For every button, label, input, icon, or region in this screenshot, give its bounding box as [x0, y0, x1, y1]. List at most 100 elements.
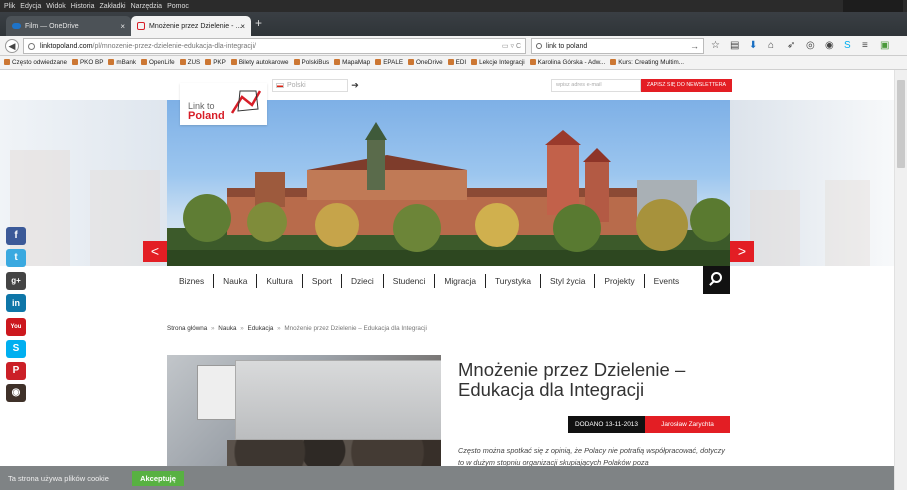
facebook-icon[interactable]: f: [6, 227, 26, 245]
tab-label: Film — OneDrive: [25, 22, 79, 30]
reload-icon[interactable]: ▭ ▿ C: [502, 42, 521, 50]
menu-history[interactable]: Historia: [71, 3, 95, 10]
article-title: Mnożenie przez Dzielenie – Edukacja dla …: [458, 359, 686, 400]
nav-item-studenci[interactable]: Studenci: [384, 274, 436, 288]
bookmark-item[interactable]: Karolina Górska - Adw...: [530, 59, 606, 66]
article-author[interactable]: Jarosław Zarychta: [645, 416, 730, 433]
close-tab-icon[interactable]: ×: [240, 22, 245, 31]
search-go-icon[interactable]: →: [690, 41, 699, 51]
cookie-bar: Ta strona używa plików cookie Akceptuję: [0, 466, 894, 490]
breadcrumb-nauka[interactable]: Nauka: [218, 325, 236, 332]
bookmark-item[interactable]: Kurs: Creating Multim...: [610, 59, 684, 66]
download-icon[interactable]: ⬇: [749, 40, 757, 52]
breadcrumb-separator: »: [277, 325, 281, 332]
bookmark-item[interactable]: EPALE: [375, 59, 403, 66]
bookmark-item[interactable]: EDI: [448, 59, 467, 66]
nav-item-biznes[interactable]: Biznes: [170, 274, 215, 288]
bookmark-item[interactable]: PKP: [205, 59, 226, 66]
bookmark-item[interactable]: mBank: [108, 59, 136, 66]
linkedin-icon[interactable]: in: [6, 294, 26, 312]
breadcrumb-home[interactable]: Strona główna: [167, 325, 207, 332]
bookmark-item[interactable]: ZUS: [180, 59, 201, 66]
nav-item-styl-zycia[interactable]: Styl życia: [541, 274, 596, 288]
back-button[interactable]: ◀: [5, 39, 19, 53]
bookmark-item[interactable]: Często odwiedzane: [4, 59, 67, 66]
breadcrumb-current: Mnożenie przez Dzielenie – Edukacja dla …: [284, 325, 427, 332]
extension-icon[interactable]: ▣: [880, 40, 889, 52]
youtube-icon[interactable]: You: [6, 318, 26, 336]
nav-item-nauka[interactable]: Nauka: [214, 274, 258, 288]
page-scrollbar[interactable]: [894, 70, 907, 490]
nav-item-dzieci[interactable]: Dzieci: [342, 274, 384, 288]
language-value: Polski: [287, 82, 306, 89]
breadcrumb-separator: »: [211, 325, 215, 332]
bookmark-item[interactable]: MapaMap: [334, 59, 370, 66]
twitter-icon[interactable]: t: [6, 249, 26, 267]
bookmark-item[interactable]: Bilety autokarowe: [231, 59, 289, 66]
bookmark-item[interactable]: OneDrive: [408, 59, 443, 66]
breadcrumb-separator: »: [240, 325, 244, 332]
menu-bookmarks[interactable]: Zakładki: [99, 3, 125, 10]
addon-icon[interactable]: ◎: [806, 40, 815, 52]
chat-icon[interactable]: ◉: [825, 40, 834, 52]
article-photo[interactable]: [167, 355, 441, 470]
web-page: Polski ➔ wpisz adres e-mail ZAPISZ SIĘ D…: [0, 70, 894, 490]
language-select[interactable]: Polski: [272, 79, 348, 92]
newsletter-subscribe-button[interactable]: ZAPISZ SIĘ DO NEWSLETTERA: [641, 79, 732, 92]
bookmark-item[interactable]: OpenLife: [141, 59, 175, 66]
navigation-bar: ◀ linktopoland.com/pl/mnozenie-przez-dzi…: [0, 36, 907, 56]
photo-detail: [197, 365, 237, 420]
close-tab-icon[interactable]: ×: [120, 22, 125, 31]
menu-help[interactable]: Pomoc: [167, 3, 189, 10]
pinterest-icon[interactable]: P: [6, 362, 26, 380]
skype-icon[interactable]: S: [844, 40, 851, 52]
ghost-building: [750, 190, 800, 266]
main-navigation: Biznes Nauka Kultura Sport Dzieci Studen…: [167, 266, 730, 296]
slider-prev-button[interactable]: <: [143, 241, 167, 262]
breadcrumb-edukacja[interactable]: Edukacja: [248, 325, 274, 332]
tab-onedrive[interactable]: Film — OneDrive ×: [6, 16, 131, 36]
cookie-accept-button[interactable]: Akceptuję: [132, 471, 184, 486]
breadcrumb: Strona główna » Nauka » Edukacja » Mnoże…: [167, 325, 429, 332]
site-logo[interactable]: Link to Poland: [180, 83, 267, 125]
language-go-button[interactable]: ➔: [348, 79, 362, 92]
url-bar[interactable]: linktopoland.com/pl/mnozenie-przez-dziel…: [23, 38, 526, 54]
cookie-text: Ta strona używa plików cookie: [8, 473, 109, 483]
menu-icon[interactable]: ≡: [862, 40, 868, 52]
nav-item-kultura[interactable]: Kultura: [257, 274, 303, 288]
nav-item-migracja[interactable]: Migracja: [435, 274, 486, 288]
google-plus-icon[interactable]: g+: [6, 272, 26, 290]
menu-tools[interactable]: Narzędzia: [131, 3, 163, 10]
bookmark-item[interactable]: PolskiBus: [294, 59, 330, 66]
skype-icon[interactable]: S: [6, 340, 26, 358]
hero-side-right: [730, 100, 894, 266]
search-field[interactable]: link to poland →: [531, 38, 704, 54]
newsletter-email-input[interactable]: wpisz adres e-mail: [551, 79, 641, 92]
logo-mark-icon: [230, 90, 262, 114]
reading-list-icon[interactable]: ▤: [730, 40, 739, 52]
nav-item-sport[interactable]: Sport: [303, 274, 342, 288]
menu-view[interactable]: Widok: [46, 3, 65, 10]
nav-item-projekty[interactable]: Projekty: [595, 274, 645, 288]
search-value: link to poland: [546, 42, 588, 50]
ghost-building: [825, 180, 870, 266]
new-tab-button[interactable]: +: [255, 16, 262, 30]
menu-file[interactable]: Plik: [4, 3, 15, 10]
instagram-icon[interactable]: ◉: [6, 384, 26, 402]
globe-icon: [28, 43, 35, 50]
tab-article[interactable]: Mnożenie przez Dzielenie - ... ×: [131, 16, 251, 36]
home-icon[interactable]: ⌂: [768, 40, 774, 52]
bookmark-item[interactable]: PKO BP: [72, 59, 103, 66]
bookmark-item[interactable]: Lekcje Integracji: [471, 59, 525, 66]
nav-item-events[interactable]: Events: [645, 274, 689, 288]
photo-projection: [235, 360, 441, 440]
nav-item-turystyka[interactable]: Turystyka: [486, 274, 541, 288]
scrollbar-thumb[interactable]: [897, 80, 905, 168]
window-controls[interactable]: [843, 0, 903, 12]
star-icon[interactable]: ☆: [711, 40, 720, 52]
slider-next-button[interactable]: >: [730, 241, 754, 262]
menu-edit[interactable]: Edycja: [20, 3, 41, 10]
app-menubar: Plik Edycja Widok Historia Zakładki Narz…: [0, 0, 907, 12]
send-icon[interactable]: ➶: [787, 40, 795, 52]
site-search-button[interactable]: [703, 266, 730, 294]
